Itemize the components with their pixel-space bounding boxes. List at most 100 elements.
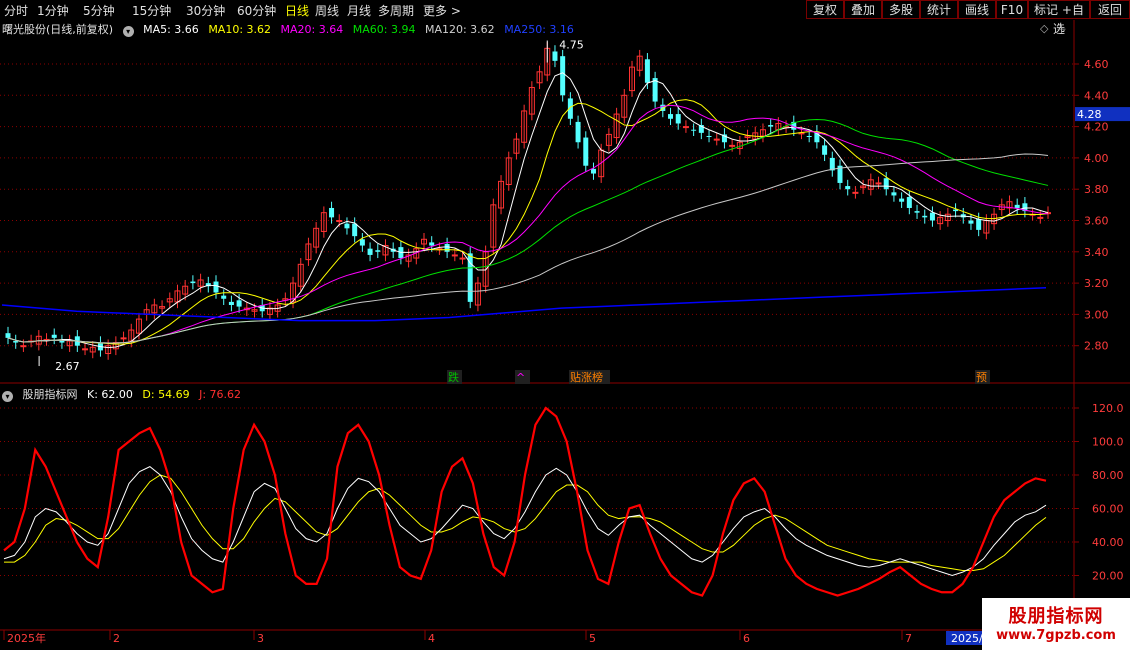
period-tab-daily[interactable]: 日线 bbox=[285, 2, 309, 19]
period-tab-60min[interactable]: 60分钟 bbox=[237, 2, 276, 19]
candle-up bbox=[998, 204, 1005, 211]
candle-down bbox=[668, 114, 674, 119]
add-panel-icon[interactable]: ＋ bbox=[1056, 21, 1067, 37]
period-tab-fenshi[interactable]: 分时 bbox=[4, 2, 28, 19]
candle-down bbox=[968, 220, 974, 224]
j-line bbox=[3, 406, 1047, 597]
candle-up bbox=[82, 348, 89, 351]
period-tab-multi[interactable]: 多周期 bbox=[378, 2, 414, 19]
candle-up bbox=[243, 307, 250, 311]
date-label: 2 bbox=[113, 632, 120, 645]
candle-up bbox=[135, 318, 142, 334]
candle-up bbox=[983, 220, 990, 234]
ma5-value: MA5: 3.66 bbox=[143, 23, 199, 36]
candle-up bbox=[266, 307, 273, 315]
event-marker: 跌 bbox=[448, 370, 459, 384]
period-tab-30min[interactable]: 30分钟 bbox=[186, 2, 225, 19]
kline-chart: 4.60 4.40 4.20 4.00 3.80 3.60 3.40 3.20 3.00 2.80… bbox=[0, 20, 1130, 645]
ma250-line bbox=[1, 287, 1047, 322]
candle-up bbox=[290, 282, 297, 303]
candle-down bbox=[359, 239, 365, 246]
j-value: J: 76.62 bbox=[199, 388, 242, 401]
back-button[interactable]: 返回 bbox=[1090, 0, 1130, 19]
ma60-value: MA60: 3.94 bbox=[352, 23, 416, 36]
low-price-label: 2.67 bbox=[55, 360, 80, 373]
stats-button[interactable]: 统计 bbox=[920, 0, 958, 19]
last-price-label: 4.28 bbox=[1077, 108, 1102, 121]
candle-up bbox=[521, 110, 528, 143]
candle-up bbox=[852, 191, 859, 194]
settings-circle-icon[interactable]: ▾ bbox=[122, 26, 134, 37]
candle-down bbox=[228, 301, 234, 306]
d-line bbox=[4, 474, 1047, 571]
period-tab-15min[interactable]: 15分钟 bbox=[132, 2, 171, 19]
candle-up bbox=[536, 71, 543, 84]
candle-down bbox=[721, 134, 727, 143]
candle-up bbox=[713, 138, 720, 141]
candle-up bbox=[436, 248, 443, 251]
f10-button[interactable]: F10 bbox=[996, 0, 1028, 19]
candle-down bbox=[429, 242, 435, 246]
event-marker: ^ bbox=[516, 371, 525, 384]
candle-up bbox=[128, 329, 135, 342]
candle-down bbox=[883, 178, 889, 190]
candle-down bbox=[97, 342, 103, 351]
date-label: 4 bbox=[428, 632, 435, 645]
indicator-tick-label: 60.00 bbox=[1092, 503, 1124, 516]
candle-up bbox=[382, 245, 389, 256]
event-marker-bg bbox=[515, 370, 530, 384]
period-tab-monthly[interactable]: 月线 bbox=[347, 2, 371, 19]
indicator-tick-label: 100.0 bbox=[1092, 436, 1124, 449]
candle-up bbox=[405, 254, 412, 262]
candle-up bbox=[313, 227, 320, 248]
date-label: 3 bbox=[257, 632, 264, 645]
period-tab-1min[interactable]: 1分钟 bbox=[37, 2, 69, 19]
overlay-button[interactable]: 叠加 bbox=[844, 0, 882, 19]
price-tick-label: 4.40 bbox=[1084, 89, 1109, 102]
draw-line-button[interactable]: 画线 bbox=[958, 0, 996, 19]
candle-up bbox=[729, 144, 736, 147]
multi-stock-button[interactable]: 多股 bbox=[882, 0, 920, 19]
candle-up bbox=[1029, 213, 1036, 216]
fuquan-button[interactable]: 复权 bbox=[806, 0, 844, 19]
candle-up bbox=[105, 345, 112, 355]
candle-up bbox=[28, 340, 35, 343]
indicator-settings-icon[interactable]: ▾ bbox=[2, 391, 13, 402]
indicator-tick-label: 120.0 bbox=[1092, 402, 1124, 415]
candle-down bbox=[768, 125, 774, 127]
candle-up bbox=[937, 216, 944, 225]
candle-down bbox=[5, 333, 11, 338]
ma5-line bbox=[7, 72, 1049, 349]
candle-up bbox=[120, 337, 127, 340]
stock-title: 曙光股份(日线,前复权) bbox=[2, 23, 114, 36]
period-tab-5min[interactable]: 5分钟 bbox=[83, 2, 115, 19]
candle-up bbox=[736, 141, 743, 150]
candle-up bbox=[752, 132, 759, 140]
candle-up bbox=[182, 285, 189, 295]
expand-icon[interactable]: ◇ bbox=[1040, 22, 1048, 35]
candle-up bbox=[598, 149, 605, 178]
watermark: 股朋指标网 www.7gpzb.com bbox=[982, 598, 1130, 650]
add-watchlist-button[interactable]: 标记 +自选 bbox=[1028, 0, 1090, 36]
candle-down bbox=[59, 341, 65, 343]
candle-up bbox=[759, 129, 766, 137]
candle-down bbox=[837, 165, 843, 183]
candle-up bbox=[66, 340, 73, 347]
last-price-box bbox=[1075, 107, 1130, 122]
candle-up bbox=[1045, 212, 1051, 215]
candle-down bbox=[976, 218, 982, 230]
candle-up bbox=[867, 179, 874, 190]
period-tab-more[interactable]: 更多 > bbox=[423, 2, 461, 19]
period-tab-weekly[interactable]: 周线 bbox=[315, 2, 339, 19]
candle-up bbox=[498, 180, 505, 209]
candle-up bbox=[474, 282, 481, 306]
candle-down bbox=[560, 56, 566, 96]
candle-down bbox=[398, 247, 404, 259]
candle-up bbox=[991, 213, 998, 225]
candle-down bbox=[375, 250, 381, 252]
price-tick-label: 4.20 bbox=[1084, 121, 1109, 134]
price-tick-label: 3.00 bbox=[1084, 308, 1109, 321]
candle-up bbox=[682, 126, 689, 129]
candle-up bbox=[35, 335, 42, 345]
candle-up bbox=[636, 55, 643, 71]
